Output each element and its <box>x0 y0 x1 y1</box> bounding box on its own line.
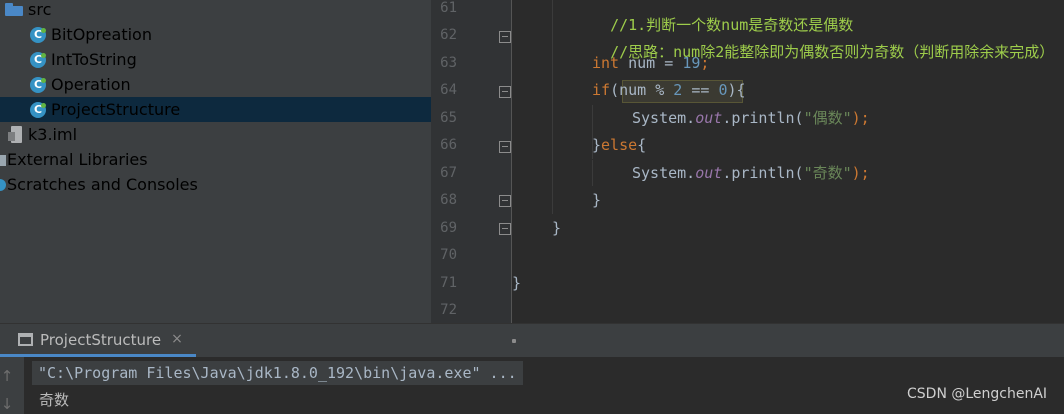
down-arrow-icon[interactable]: ↓ <box>0 395 14 413</box>
tree-item-src[interactable]: src <box>0 0 431 22</box>
line-number: 63 <box>440 55 457 71</box>
line-number: 67 <box>440 165 457 181</box>
code-line-69: } <box>552 220 561 247</box>
tree-item-projectstructure[interactable]: ProjectStructure <box>0 97 431 122</box>
code-text: } <box>552 219 562 237</box>
tree-item-label: External Libraries <box>7 150 148 169</box>
tree-item-label: src <box>28 0 52 19</box>
tree-item-label: Scratches and Consoles <box>7 175 198 194</box>
console-command-line: "C:\Program Files\Java\jdk1.8.0_192\bin\… <box>32 361 523 385</box>
fold-marker[interactable] <box>499 86 511 98</box>
java-class-icon <box>30 26 46 43</box>
code-number: 19 <box>682 54 701 72</box>
code-line-62: //思路：num除2能整除即为偶数否则为奇数（判断用除余来完成） <box>592 27 1054 61</box>
tree-item-operation[interactable]: Operation <box>0 72 431 97</box>
code-text: System. <box>632 109 696 127</box>
code-text: System. <box>632 164 696 182</box>
code-field: out <box>695 164 723 182</box>
run-tab-label: ProjectStructure <box>40 331 162 349</box>
code-line-64: if(num % 2 == 0){ <box>592 82 746 109</box>
code-text: ){ <box>727 81 746 99</box>
code-line-66: }else{ <box>592 137 646 164</box>
scratch-icon <box>0 178 7 192</box>
fold-marker[interactable] <box>499 195 511 207</box>
code-string: "奇数" <box>803 164 852 182</box>
code-text: ; <box>700 54 710 72</box>
indent-guide <box>552 0 553 214</box>
code-text: } <box>512 274 522 292</box>
line-number: 68 <box>440 192 457 208</box>
code-text: num = <box>619 54 683 72</box>
code-keyword: int <box>592 54 620 72</box>
line-number: 65 <box>440 110 457 126</box>
fold-marker[interactable] <box>499 223 511 235</box>
watermark: CSDN @LengchenAI <box>907 386 1048 402</box>
up-arrow-icon[interactable]: ↑ <box>0 367 14 385</box>
code-text: } <box>592 136 602 154</box>
library-icon <box>0 153 7 167</box>
code-line-71: } <box>512 275 521 302</box>
code-text: { <box>637 136 647 154</box>
code-keyword: else <box>601 136 638 154</box>
java-class-icon <box>30 51 46 68</box>
code-text: ); <box>851 164 870 182</box>
code-keyword: if <box>592 81 611 99</box>
code-line-65: System.out.println("偶数"); <box>632 110 870 137</box>
line-number: 71 <box>440 275 457 291</box>
tree-item-label: BitOpreation <box>51 25 152 44</box>
tree-item-external-libraries[interactable]: External Libraries <box>0 147 431 172</box>
tree-item-scratches[interactable]: Scratches and Consoles <box>0 172 431 197</box>
line-number: 69 <box>440 220 457 236</box>
tree-item-label: IntToString <box>51 50 137 69</box>
fold-marker[interactable] <box>499 141 511 153</box>
code-text: == <box>682 81 719 99</box>
tree-item-k3-iml[interactable]: k3.iml <box>0 122 431 147</box>
code-line-68: } <box>592 192 601 219</box>
code-number: 2 <box>673 81 683 99</box>
code-string: "偶数" <box>803 109 852 127</box>
code-line-67: System.out.println("奇数"); <box>632 165 870 192</box>
line-number: 61 <box>440 0 457 16</box>
close-icon[interactable]: × <box>170 332 184 346</box>
menu-dots-icon[interactable] <box>511 339 517 345</box>
code-text: .println( <box>722 164 804 182</box>
code-line-61: //1.判断一个数num是奇数还是偶数 <box>592 0 853 34</box>
tree-item-label: Operation <box>51 75 131 94</box>
code-field: out <box>695 109 723 127</box>
fold-marker[interactable] <box>499 31 511 43</box>
code-text: } <box>592 191 602 209</box>
line-number: 70 <box>440 247 457 263</box>
code-text: ); <box>851 109 870 127</box>
java-class-icon <box>30 76 46 93</box>
code-text: (num % <box>610 81 674 99</box>
code-line-63: int num = 19; <box>592 55 709 82</box>
code-text: .println( <box>722 109 804 127</box>
java-class-icon <box>30 101 46 118</box>
tree-item-inttostring[interactable]: IntToString <box>0 47 431 72</box>
console-output-line: 奇数 <box>39 391 70 409</box>
module-file-icon <box>8 126 22 143</box>
run-console-icon <box>18 333 33 346</box>
line-number: 66 <box>440 137 457 153</box>
line-number: 64 <box>440 82 457 98</box>
tree-item-label: ProjectStructure <box>51 100 181 119</box>
line-number: 62 <box>440 27 457 43</box>
tree-item-bitopreation[interactable]: BitOpreation <box>0 22 431 47</box>
folder-icon <box>5 3 23 16</box>
tree-item-label: k3.iml <box>28 125 78 144</box>
